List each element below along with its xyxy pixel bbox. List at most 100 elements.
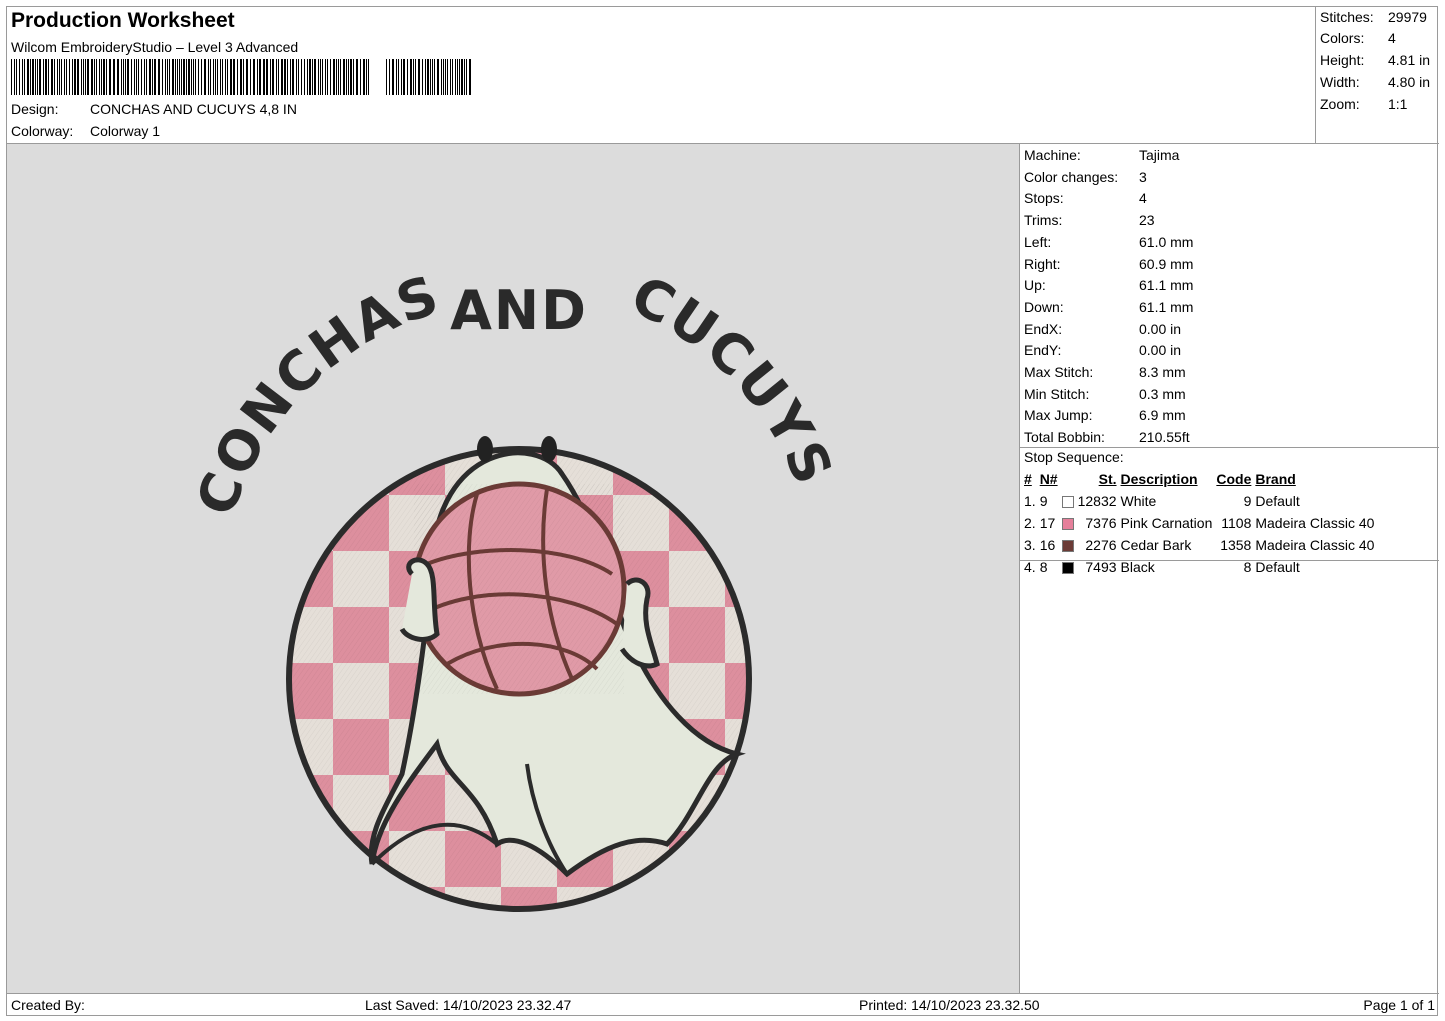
divider (1020, 560, 1439, 561)
page-title: Production Worksheet (11, 9, 235, 32)
info-label: Trims: (1024, 212, 1063, 229)
embroidery-artwork: CONCHAS AND CUCUYS (184, 263, 846, 912)
info-value: Tajima (1139, 147, 1180, 163)
design-label: Design: (11, 101, 59, 117)
row-brand: Default (1255, 493, 1300, 509)
machine-info-row: Down: 61.1 mm (1024, 296, 1193, 318)
summary-value: 4.81 in (1388, 52, 1431, 68)
machine-info-row: Total Bobbin: 210.55ft (1024, 426, 1190, 448)
table-row: 2. 17 7376 Pink Carnation 1108 Madeira Classi… (1022, 512, 1376, 534)
row-index: 2. (1024, 515, 1036, 531)
info-label: Max Stitch: (1024, 364, 1094, 380)
summary-label: Colors: (1320, 30, 1365, 46)
info-value: 61.1 mm (1139, 298, 1194, 315)
row-code: 1358 (1220, 537, 1252, 553)
machine-info-row: Right: 60.9 mm (1024, 253, 1193, 275)
colorway-row: Colorway: Colorway 1 (11, 123, 160, 139)
summary-label: Height: (1320, 52, 1365, 68)
machine-info-row: Min Stitch: 0.3 mm (1024, 383, 1186, 405)
col-code: Code (1216, 471, 1252, 487)
row-needle: 9 (1039, 493, 1048, 509)
info-value: 23 (1139, 212, 1155, 229)
text-cucuys: CUCUYS (622, 263, 846, 494)
info-label: Total Bobbin: (1024, 429, 1105, 446)
col-brand: Brand (1255, 471, 1296, 487)
row-code: 9 (1243, 493, 1252, 509)
summary-value: 4 (1388, 30, 1396, 46)
summary-stitches: Stitches: 29979 (1320, 7, 1427, 27)
worksheet-footer: Created By: Last Saved: 14/10/2023 23.32… (7, 993, 1439, 1017)
divider (1020, 447, 1439, 448)
row-index: 3. (1024, 537, 1036, 553)
table-header-row: # N# St. Description Code Brand (1022, 468, 1376, 490)
design-preview[interactable]: CONCHAS AND CUCUYS (7, 143, 1020, 993)
col-description: Description (1120, 471, 1198, 487)
row-description: White (1120, 493, 1157, 509)
table-row: 1. 9 12832 White 9 Default (1022, 490, 1376, 512)
info-value: 6.9 mm (1139, 407, 1186, 424)
summary-width: Width: 4.80 in (1320, 72, 1430, 92)
stop-sequence-title: Stop Sequence: (1024, 449, 1124, 465)
col-needle: N# (1039, 471, 1058, 487)
machine-info-row: EndY: 0.00 in (1024, 339, 1181, 361)
summary-label: Width: (1320, 74, 1360, 90)
row-needle: 16 (1039, 537, 1056, 553)
info-label: EndY: (1024, 342, 1062, 359)
color-swatch (1060, 534, 1076, 556)
page-number: Page 1 of 1 (1363, 997, 1435, 1013)
info-label: Up: (1024, 277, 1046, 294)
table-row: 3. 16 2276 Cedar Bark 1358 Madeira Classic 40 (1022, 534, 1376, 556)
row-brand: Madeira Classic 40 (1255, 515, 1375, 531)
row-stitches: 12832 (1077, 493, 1117, 509)
machine-info-row: Trims: 23 (1024, 209, 1155, 231)
info-label: Max Jump: (1024, 407, 1093, 424)
row-description: Pink Carnation (1120, 515, 1213, 531)
ghost-eye-left (477, 436, 493, 462)
info-value: 61.0 mm (1139, 233, 1194, 250)
summary-label: Zoom: (1320, 96, 1360, 112)
row-stitches: 2276 (1085, 537, 1117, 553)
info-value: 60.9 mm (1139, 255, 1194, 272)
color-swatch (1060, 512, 1076, 534)
printed-date: Printed: 14/10/2023 23.32.50 (859, 997, 1040, 1013)
row-stitches: 7376 (1085, 515, 1117, 531)
row-brand: Madeira Classic 40 (1255, 537, 1375, 553)
colorway-label: Colorway: (11, 123, 74, 139)
info-value: 8.3 mm (1139, 364, 1186, 380)
col-index: # (1024, 471, 1032, 487)
info-value: 3 (1139, 168, 1147, 185)
summary-zoom: Zoom: 1:1 (1320, 94, 1407, 114)
barcode: , (11, 59, 471, 95)
summary-value: 1:1 (1388, 96, 1408, 112)
machine-info-row: Max Stitch: 8.3 mm (1024, 361, 1186, 383)
info-label: Stops: (1024, 190, 1064, 207)
machine-info-row: Max Jump: 6.9 mm (1024, 404, 1186, 426)
summary-panel: Stitches: 29979 Colors: 4 Height: 4.81 in W… (1315, 7, 1439, 143)
text-and: AND (450, 279, 588, 342)
machine-info-row: Left: 61.0 mm (1024, 231, 1193, 253)
color-swatch (1060, 490, 1076, 512)
info-label: Machine: (1024, 147, 1081, 163)
machine-info-row: Color changes: 3 (1024, 166, 1147, 188)
svg-text:,: , (372, 82, 378, 95)
row-index: 1. (1024, 493, 1036, 509)
machine-info-row: EndX: 0.00 in (1024, 318, 1181, 340)
created-by: Created By: (11, 997, 85, 1013)
machine-info-row: Machine: Tajima (1024, 144, 1179, 166)
machine-info-panel: Machine: Tajima Color changes: 3 Stops: 4 Trim… (1020, 143, 1439, 993)
summary-label: Stitches: (1320, 9, 1374, 25)
info-value: 0.3 mm (1139, 385, 1186, 402)
info-label: Down: (1024, 298, 1064, 315)
row-needle: 17 (1039, 515, 1056, 531)
summary-value: 4.80 in (1388, 74, 1431, 90)
row-description: Cedar Bark (1120, 537, 1192, 553)
summary-height: Height: 4.81 in (1320, 50, 1430, 70)
colorway-name: Colorway 1 (90, 123, 161, 139)
software-name: Wilcom EmbroideryStudio – Level 3 Advanc… (11, 39, 299, 55)
info-value: 0.00 in (1139, 342, 1182, 359)
info-label: Min Stitch: (1024, 385, 1090, 402)
worksheet-frame: Production Worksheet Wilcom EmbroiderySt… (6, 6, 1439, 1017)
worksheet-header: Production Worksheet Wilcom EmbroiderySt… (7, 7, 1315, 143)
info-value: 61.1 mm (1139, 277, 1194, 294)
machine-info-row: Stops: 4 (1024, 187, 1147, 209)
